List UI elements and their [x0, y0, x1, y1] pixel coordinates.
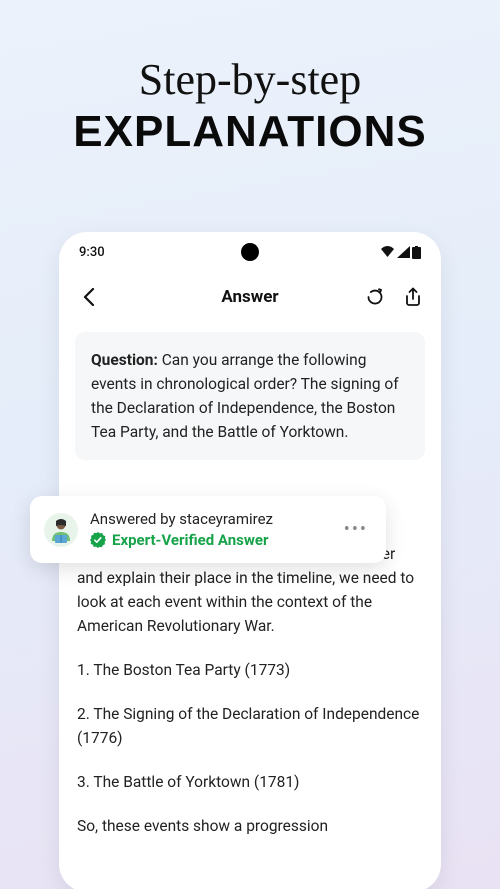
answer-item-2: 2. The Signing of the Declaration of Ind… [77, 702, 423, 750]
refresh-button[interactable] [363, 285, 387, 309]
promo-line-1: Step-by-step [0, 54, 500, 105]
share-icon [404, 287, 422, 307]
battery-icon [412, 246, 421, 259]
page-title: Answer [221, 287, 278, 307]
share-button[interactable] [401, 285, 425, 309]
status-indicators [380, 246, 421, 259]
promo-line-2: EXPLANATIONS [0, 107, 500, 157]
answered-by-username: staceyramirez [179, 510, 273, 528]
question-card: Question: Can you arrange the following … [75, 332, 425, 460]
avatar [44, 513, 78, 547]
answered-by-line: Answered by staceyramirez [90, 510, 330, 528]
status-bar: 9:30 [59, 232, 441, 272]
answered-by-card[interactable]: Answered by staceyramirez Expert-Verifie… [30, 496, 386, 563]
more-options-button[interactable]: ••• [342, 519, 370, 540]
answer-item-3: 3. The Battle of Yorktown (1781) [77, 770, 423, 794]
camera-hole-icon [241, 243, 259, 261]
back-button[interactable] [75, 283, 103, 311]
refresh-icon [365, 287, 385, 307]
app-header: Answer [59, 272, 441, 322]
chevron-left-icon [83, 288, 95, 306]
answered-text: Answered by staceyramirez Expert-Verifie… [90, 510, 330, 549]
more-horizontal-icon: ••• [344, 519, 368, 540]
question-label: Question: [91, 351, 158, 369]
content-area[interactable]: Question: Can you arrange the following … [59, 322, 441, 889]
status-time: 9:30 [79, 245, 105, 260]
answered-by-prefix: Answered by [90, 510, 179, 528]
answer-item-1: 1. The Boston Tea Party (1773) [77, 658, 423, 682]
verified-row: Expert-Verified Answer [90, 531, 330, 549]
verified-badge-icon [90, 532, 106, 548]
promo-headline: Step-by-step EXPLANATIONS [0, 0, 500, 157]
avatar-illustration-icon [46, 515, 76, 545]
verified-label: Expert-Verified Answer [112, 531, 268, 549]
header-actions [363, 285, 425, 309]
wifi-icon [380, 246, 395, 258]
answer-outro: So, these events show a progression [77, 814, 423, 838]
cell-signal-icon [397, 246, 410, 258]
